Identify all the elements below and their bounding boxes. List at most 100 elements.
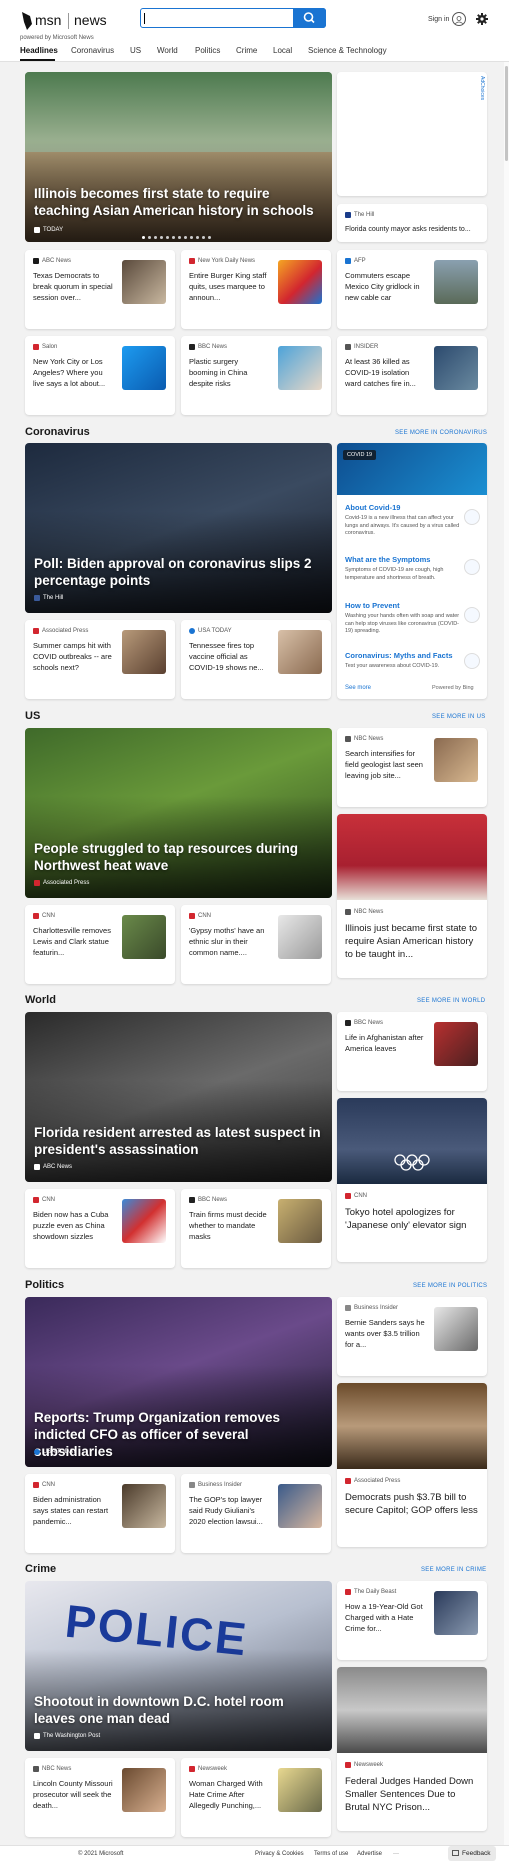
card-title: Texas Democrats to break quorum in speci…: [33, 271, 113, 302]
news-card[interactable]: INSIDER At least 36 killed as COVID-19 i…: [337, 336, 487, 415]
card-title: Charlottesville removes Lewis and Clark …: [33, 926, 111, 957]
sign-in-link[interactable]: Sign in: [428, 16, 449, 23]
card-source: CNN: [33, 1482, 55, 1488]
carousel-dots[interactable]: [142, 236, 211, 240]
politics-side-card[interactable]: Business Insider Bernie Sanders says he …: [337, 1297, 487, 1376]
card-thumbnail: [278, 1484, 322, 1528]
card-thumbnail: [278, 915, 322, 959]
us-tall-card[interactable]: NBC News Illinois just became first stat…: [337, 814, 487, 978]
section-heading-coronavirus[interactable]: Coronavirus: [25, 426, 90, 438]
card-image: [337, 1667, 487, 1753]
lungs-icon: [464, 509, 480, 525]
gear-icon[interactable]: [476, 13, 488, 25]
news-card[interactable]: AFP Commuters escape Mexico City gridloc…: [337, 250, 487, 329]
card-title: Life in Afghanistan after America leaves: [345, 1033, 424, 1053]
card-thumbnail: [278, 630, 322, 674]
hero-title[interactable]: Reports: Trump Organization removes indi…: [34, 1409, 329, 1460]
politics-tall-card[interactable]: Associated Press Democrats push $3.7B bi…: [337, 1383, 487, 1547]
feedback-button[interactable]: Feedback: [448, 1846, 496, 1861]
covid-item-prevent[interactable]: How to Prevent Washing your hands often w…: [345, 601, 465, 636]
news-card[interactable]: Newsweek Woman Charged With Hate Crime A…: [181, 1758, 331, 1837]
search-button[interactable]: [293, 8, 326, 28]
privacy-link[interactable]: Privacy & Cookies: [255, 1851, 304, 1857]
section-heading-crime[interactable]: Crime: [25, 1563, 56, 1575]
user-icon[interactable]: [452, 12, 466, 26]
hero-source: The Washington Post: [34, 1733, 100, 1739]
see-more-us[interactable]: SEE MORE IN US: [432, 714, 486, 720]
powered-by-bing: Powered by Bing: [432, 685, 474, 691]
tab-science-technology[interactable]: Science & Technology: [308, 46, 387, 55]
headline-side-card[interactable]: The Hill Florida county mayor asks resid…: [337, 204, 487, 242]
hero-crime[interactable]: POLICE Shootout in downtown D.C. hotel r…: [25, 1581, 332, 1751]
world-side-card[interactable]: BBC News Life in Afghanistan after Ameri…: [337, 1012, 487, 1091]
card-title: Lincoln County Missouri prosecutor will …: [33, 1779, 113, 1810]
news-card[interactable]: Associated Press Summer camps hit with C…: [25, 620, 175, 699]
hero-title[interactable]: Shootout in downtown D.C. hotel room lea…: [34, 1693, 324, 1727]
crime-tall-card[interactable]: Newsweek Federal Judges Handed Down Smal…: [337, 1667, 487, 1831]
news-card[interactable]: NBC News Lincoln County Missouri prosecu…: [25, 1758, 175, 1837]
crime-side-card[interactable]: The Daily Beast How a 19-Year-Old Got Ch…: [337, 1581, 487, 1660]
hero-title[interactable]: Illinois becomes first state to require …: [34, 185, 324, 219]
card-thumbnail: [122, 1768, 166, 1812]
news-card[interactable]: Business Insider The GOP's top lawyer sa…: [181, 1474, 331, 1553]
scrollbar[interactable]: [504, 62, 509, 1862]
tab-crime[interactable]: Crime: [236, 46, 257, 55]
ad-slot[interactable]: AdChoices: [337, 72, 487, 196]
news-card[interactable]: CNN Biden now has a Cuba puzzle even as …: [25, 1189, 175, 1268]
advertise-link[interactable]: Advertise: [357, 1851, 382, 1857]
hero-politics[interactable]: Reports: Trump Organization removes indi…: [25, 1297, 332, 1467]
us-side-card[interactable]: NBC News Search intensifies for field ge…: [337, 728, 487, 807]
section-heading-us[interactable]: US: [25, 710, 40, 722]
copyright: © 2021 Microsoft: [78, 1851, 124, 1857]
terms-link[interactable]: Terms of use: [314, 1851, 348, 1857]
scrollbar-thumb[interactable]: [505, 66, 508, 161]
tab-politics[interactable]: Politics: [195, 46, 220, 55]
see-more-coronavirus[interactable]: SEE MORE IN CORONAVIRUS: [395, 430, 487, 436]
see-more-crime[interactable]: SEE MORE IN CRIME: [421, 1567, 486, 1573]
news-card[interactable]: Salon New York City or Los Angeles? Wher…: [25, 336, 175, 415]
news-card[interactable]: CNN 'Gypsy moths' have an ethnic slur in…: [181, 905, 331, 984]
card-thumbnail: [434, 1022, 478, 1066]
source-logo: [34, 227, 40, 233]
feedback-icon: [452, 1850, 459, 1856]
see-more-politics[interactable]: SEE MORE IN POLITICS: [413, 1283, 487, 1289]
card-source: Newsweek: [189, 1766, 227, 1772]
more-menu[interactable]: ···: [393, 1851, 399, 1857]
covid-item-about[interactable]: About Covid-19 Covid-19 is a new illness …: [345, 503, 465, 538]
hero-us[interactable]: People struggled to tap resources during…: [25, 728, 332, 898]
news-card[interactable]: BBC News Train firms must decide whether…: [181, 1189, 331, 1268]
tab-world[interactable]: World: [157, 46, 178, 55]
news-card[interactable]: CNN Biden administration says states can…: [25, 1474, 175, 1553]
msn-logo[interactable]: msn news powered by Microsoft News: [20, 8, 125, 41]
hero-world[interactable]: Florida resident arrested as latest susp…: [25, 1012, 332, 1182]
tab-us[interactable]: US: [130, 46, 141, 55]
covid-see-more[interactable]: See more: [345, 685, 371, 691]
adchoices-label[interactable]: AdChoices: [479, 76, 485, 100]
card-source: New York Daily News: [189, 258, 255, 264]
hero-headlines[interactable]: Illinois becomes first state to require …: [25, 72, 332, 242]
news-card[interactable]: New York Daily News Entire Burger King s…: [181, 250, 331, 329]
card-source: CNN: [33, 913, 55, 919]
news-card[interactable]: USA TODAY Tennessee fires top vaccine of…: [181, 620, 331, 699]
tab-headlines[interactable]: Headlines: [20, 46, 58, 55]
section-heading-politics[interactable]: Politics: [25, 1279, 64, 1291]
feedback-label: Feedback: [462, 1850, 491, 1857]
tab-local[interactable]: Local: [273, 46, 292, 55]
news-card[interactable]: ABC News Texas Democrats to break quorum…: [25, 250, 175, 329]
hero-title[interactable]: Poll: Biden approval on coronavirus slip…: [34, 555, 324, 589]
see-more-world[interactable]: SEE MORE IN WORLD: [417, 998, 485, 1004]
section-heading-world[interactable]: World: [25, 994, 56, 1006]
hero-title[interactable]: Florida resident arrested as latest susp…: [34, 1124, 324, 1158]
covid-item-symptoms[interactable]: What are the Symptoms Symptoms of COVID-1…: [345, 555, 465, 582]
tab-coronavirus[interactable]: Coronavirus: [71, 46, 114, 55]
hero-coronavirus[interactable]: Poll: Biden approval on coronavirus slip…: [25, 443, 332, 613]
hero-title[interactable]: People struggled to tap resources during…: [34, 840, 324, 874]
card-thumbnail: [434, 738, 478, 782]
news-card[interactable]: BBC News Plastic surgery booming in Chin…: [181, 336, 331, 415]
brand-news: news: [74, 12, 107, 28]
covid-info-panel: COVID 19 About Covid-19 Covid-19 is a new…: [337, 443, 487, 699]
world-tall-card[interactable]: CNN Tokyo hotel apologizes for 'Japanese…: [337, 1098, 487, 1262]
covid-item-myths[interactable]: Coronavirus: Myths and Facts Test your aw…: [345, 651, 465, 671]
news-card[interactable]: CNN Charlottesville removes Lewis and Cl…: [25, 905, 175, 984]
hand-wash-icon: [464, 607, 480, 623]
